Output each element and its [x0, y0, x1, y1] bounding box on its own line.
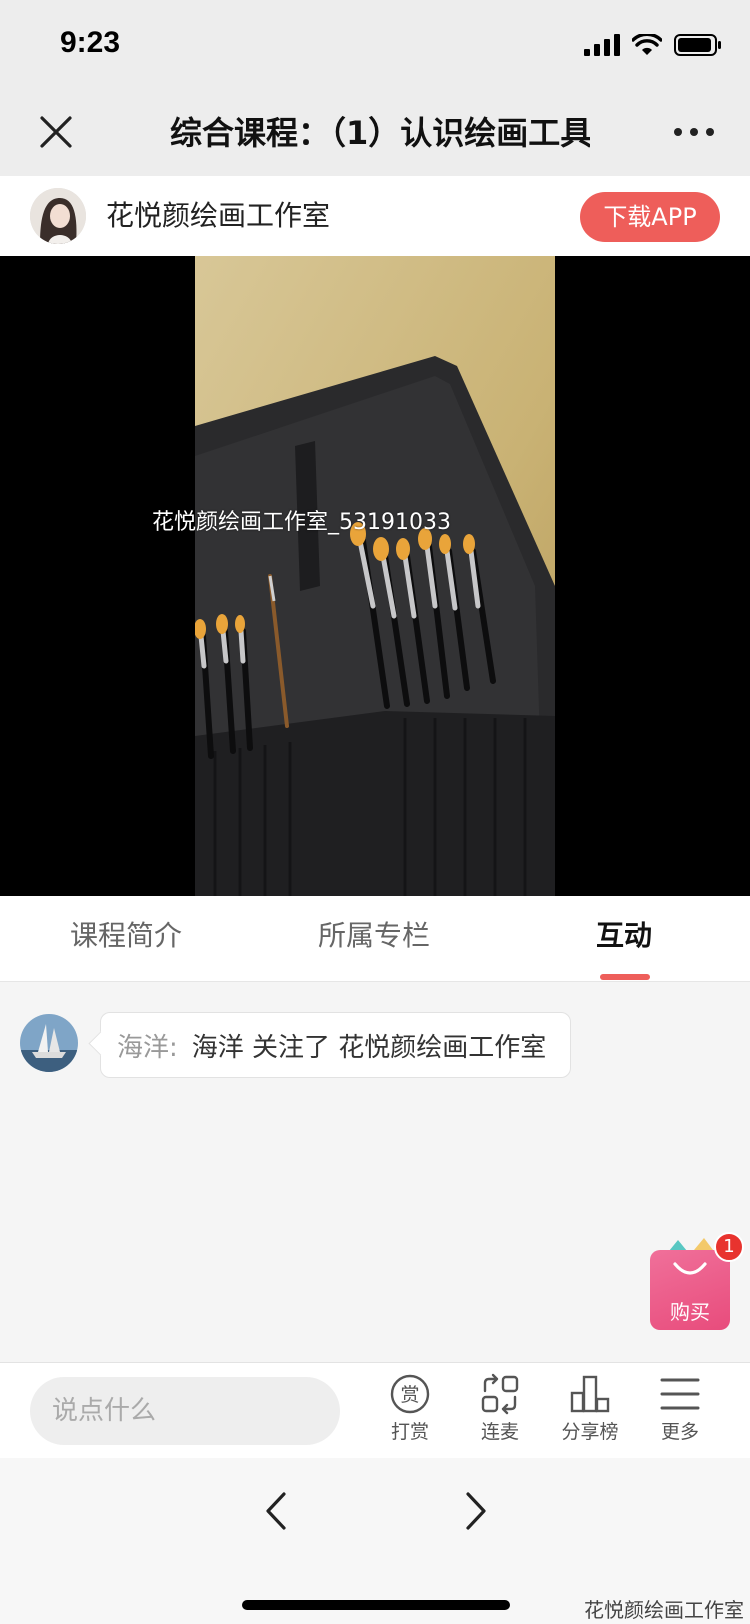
- mic-link-icon: [481, 1373, 519, 1415]
- mic-link-label: 连麦: [480, 1421, 519, 1443]
- channel-header: 花悦颜绘画工作室 下载APP: [0, 176, 750, 256]
- chat-text: 海洋 关注了 花悦颜绘画工作室: [191, 1032, 547, 1063]
- smile-bag-icon: [673, 1262, 707, 1275]
- cellular-signal-icon: [584, 34, 620, 56]
- wifi-icon: [632, 34, 662, 55]
- tab-course-intro[interactable]: 课程简介: [70, 916, 182, 956]
- status-bar: 9:23: [0, 0, 750, 90]
- video-frame: [195, 256, 555, 896]
- reward-label: 打赏: [390, 1421, 429, 1443]
- avatar[interactable]: [20, 1014, 78, 1072]
- buy-button[interactable]: 购买 1: [648, 1232, 744, 1332]
- mic-link-button[interactable]: 连麦: [460, 1373, 540, 1453]
- back-arrow-icon[interactable]: [258, 1488, 294, 1534]
- tab-bar: 课程简介 所属专栏 互动: [0, 896, 750, 982]
- more-options-icon[interactable]: [674, 128, 714, 138]
- share-rank-button[interactable]: 分享榜: [550, 1373, 630, 1453]
- share-rank-label: 分享榜: [561, 1421, 619, 1443]
- svg-text:赏: 赏: [400, 1384, 419, 1406]
- cart-count-badge: 1: [714, 1232, 744, 1262]
- tab-column[interactable]: 所属专栏: [318, 916, 430, 956]
- channel-name[interactable]: 花悦颜绘画工作室: [106, 196, 330, 236]
- reward-button[interactable]: 赏 打赏: [370, 1373, 450, 1453]
- chat-username: 海洋:: [117, 1032, 178, 1063]
- chat-list: 海洋: 海洋 关注了 花悦颜绘画工作室: [0, 982, 750, 1362]
- menu-icon: [660, 1378, 700, 1410]
- comment-input[interactable]: [30, 1377, 340, 1445]
- nav-bar: 综合课程：（1）认识绘画工具: [0, 90, 750, 176]
- channel-avatar[interactable]: [30, 188, 86, 244]
- more-label: 更多: [660, 1421, 699, 1443]
- tab-interaction[interactable]: 互动: [596, 916, 652, 956]
- active-tab-indicator: [600, 974, 650, 980]
- corner-watermark: 花悦颜绘画工作室: [584, 1598, 744, 1622]
- download-app-button[interactable]: 下载APP: [580, 192, 720, 242]
- chat-message: 海洋: 海洋 关注了 花悦颜绘画工作室: [100, 1012, 572, 1078]
- bottom-toolbar: 赏 打赏 连麦 分享榜 更多: [0, 1362, 750, 1458]
- more-button[interactable]: 更多: [640, 1373, 720, 1453]
- video-player[interactable]: 花悦颜绘画工作室_53191033: [0, 256, 750, 896]
- battery-icon: [674, 34, 721, 56]
- browser-nav-bar: 花悦颜绘画工作室: [0, 1458, 750, 1624]
- share-rank-icon: [570, 1375, 610, 1413]
- reward-icon: 赏: [390, 1374, 430, 1414]
- status-time: 9:23: [60, 26, 121, 59]
- forward-arrow-icon[interactable]: [458, 1488, 494, 1534]
- close-icon[interactable]: [36, 112, 76, 152]
- video-watermark: 花悦颜绘画工作室_53191033: [152, 510, 451, 535]
- buy-card: 购买: [650, 1250, 730, 1330]
- home-indicator[interactable]: [242, 1600, 510, 1610]
- status-icons: [584, 30, 722, 60]
- page-title: 综合课程：（1）认识绘画工具: [170, 114, 590, 152]
- buy-label: 购买: [670, 1300, 710, 1324]
